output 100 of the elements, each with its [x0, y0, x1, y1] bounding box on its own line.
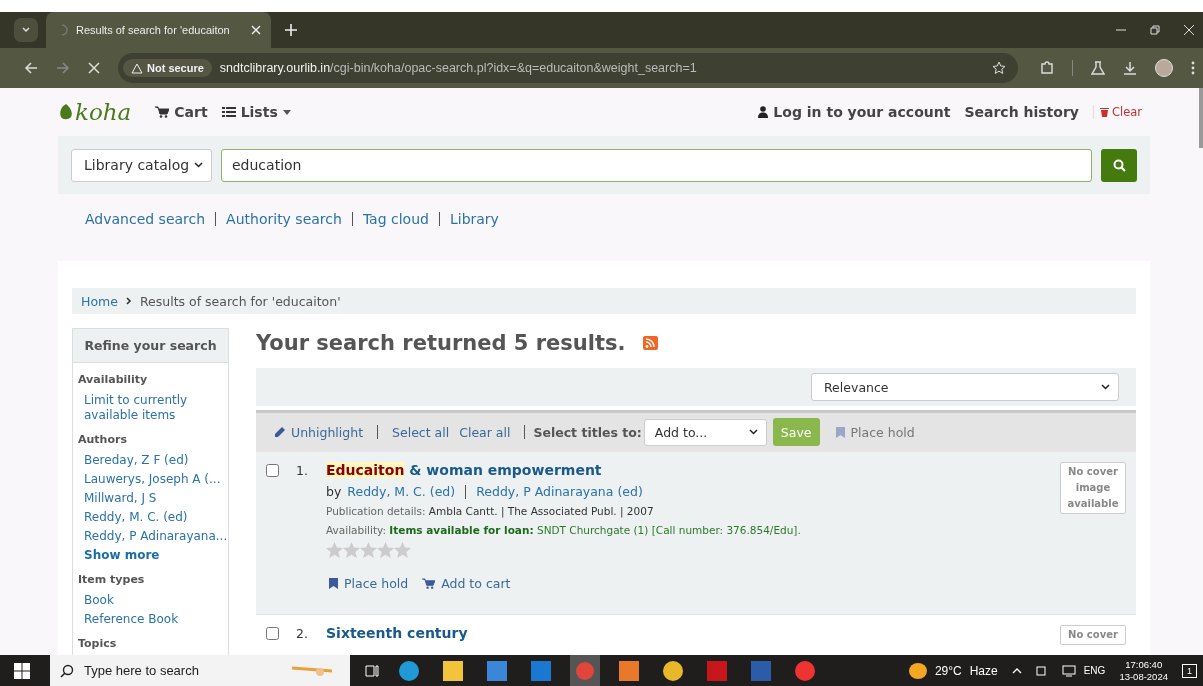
search-nav-link[interactable]: Advanced search [85, 211, 206, 227]
new-tab-icon[interactable] [285, 24, 297, 36]
select-titles-label: Select titles to: [533, 424, 642, 440]
pencil-icon [274, 426, 285, 438]
by-label: by [326, 484, 342, 499]
select-checkbox[interactable] [266, 627, 279, 640]
result-number: 1. [296, 463, 309, 478]
search-history-link[interactable]: Search history [964, 104, 1079, 120]
chevron-icon [21, 25, 31, 35]
clear-history-link[interactable]: Clear [1092, 105, 1142, 119]
facet-heading: Availability [78, 373, 149, 386]
cart-icon [155, 106, 170, 118]
weather-text[interactable]: Haze [969, 663, 998, 678]
breadcrumb-link[interactable]: Home [81, 293, 118, 309]
facet-link[interactable]: Lauwerys, Joseph A (... [84, 472, 223, 487]
flask-icon[interactable] [1091, 61, 1105, 75]
lists-menu[interactable]: Lists [221, 104, 291, 120]
menu-icon[interactable] [1191, 61, 1195, 75]
chevron-icon [748, 429, 758, 435]
add-to-dropdown[interactable]: Add to... [643, 418, 767, 446]
add-to-cart-link[interactable]: Add to cart [422, 576, 511, 591]
search-nav-link[interactable]: Tag cloud [362, 211, 429, 227]
title-link[interactable]: Educaiton & woman empowerment [326, 462, 1060, 478]
notification-button[interactable]: 1 [1182, 663, 1197, 678]
warning-icon [131, 62, 143, 74]
caret-icon[interactable] [1011, 667, 1022, 674]
trash-icon [1099, 107, 1109, 117]
caret-icon [282, 109, 291, 115]
restore-icon[interactable] [1149, 24, 1161, 36]
facet-heading: Item types [78, 573, 146, 586]
author-link[interactable]: Reddy, M. C. (ed) [347, 484, 456, 499]
task-view-icon[interactable] [364, 663, 380, 678]
no-cover-text: No cover image available [1066, 465, 1120, 511]
bookmark-icon [329, 578, 338, 589]
availability-text: Availability: Items available for loan: SNDT Churchgate (1) [Call number: 376.854/Edu]. [326, 524, 802, 536]
url-text: sndtclibrary.ourlib.in/cgi-bin/koha/opac-search.pl?idx=&q=educaiton&weight_search=1 [219, 61, 697, 75]
koha-logo[interactable]: koha [58, 99, 132, 125]
chevron-icon [125, 297, 132, 305]
profile-avatar[interactable] [1155, 59, 1173, 77]
facet-link[interactable]: Millward, J S [84, 491, 223, 506]
title-link[interactable]: Sixteenth century [326, 625, 1060, 641]
clear-all-link[interactable]: Clear all [459, 424, 511, 440]
user-icon [758, 106, 769, 118]
results-heading: Your search returned 5 results. [256, 331, 626, 355]
language-indicator[interactable]: ENG [1083, 665, 1106, 676]
no-cover-text: No cover [1067, 628, 1119, 642]
download-icon[interactable] [1123, 61, 1137, 75]
close-icon[interactable] [251, 25, 261, 35]
security-chip[interactable]: Not secure [123, 59, 212, 77]
search-field[interactable]: education [221, 148, 1092, 182]
close-icon[interactable] [1183, 24, 1195, 36]
network-icon[interactable] [1061, 664, 1076, 677]
result-number: 2. [296, 626, 309, 641]
star-icon[interactable] [992, 61, 1006, 75]
star-icon[interactable] [343, 542, 360, 558]
rss-icon[interactable] [643, 336, 659, 350]
search-nav-link[interactable]: Authority search [226, 211, 342, 227]
sort-dropdown[interactable]: Relevance [811, 373, 1119, 401]
breadcrumb-current: Results of search for 'educaiton' [139, 293, 341, 309]
select-all-link[interactable]: Select all [392, 424, 450, 440]
unhighlight-link[interactable]: Unhighlight [274, 424, 364, 440]
facet-link[interactable]: Reddy, M. C. (ed) [84, 510, 223, 525]
facet-link[interactable]: Bereday, Z F (ed) [84, 453, 223, 468]
facet-link[interactable]: Book [84, 593, 223, 608]
address-field[interactable]: Not secure sndtclibrary.ourlib.in/cgi-bin/koha/opac-search.pl?idx=&q=educaiton&weight_search=1 [118, 53, 1018, 83]
place-hold-link[interactable]: Place hold [835, 424, 915, 440]
chevron-icon [1101, 384, 1110, 390]
star-icon[interactable] [377, 542, 394, 558]
facet-link[interactable]: Limit to currently available items [84, 393, 223, 423]
browser-tab[interactable]: Results of search for 'educaiton [46, 12, 271, 48]
search-scope-dropdown[interactable]: Library catalog [71, 148, 212, 182]
back-icon[interactable] [24, 61, 38, 75]
taskbar-search-field[interactable]: Type here to search [50, 655, 350, 686]
search-icon [60, 663, 74, 678]
select-checkbox[interactable] [266, 464, 279, 477]
temperature-text[interactable]: 29°C [934, 663, 962, 678]
search-button[interactable] [1101, 148, 1137, 182]
clock[interactable]: 17:06:40 13-08-2024 [1119, 658, 1168, 683]
bookmark-icon [835, 426, 845, 438]
login-link[interactable]: Log in to your account [758, 104, 951, 120]
star-icon[interactable] [326, 542, 343, 558]
cart-icon [422, 578, 436, 589]
facet-heading: Topics [78, 637, 118, 650]
place-hold-link[interactable]: Place hold [329, 576, 409, 591]
windows-start-icon[interactable] [14, 662, 30, 679]
publication-details: Publication details: Ambla Cantt. | The Associated Publ. | 2007 [326, 505, 655, 517]
sidebar-title: Refine your search [73, 329, 228, 363]
star-icon[interactable] [394, 542, 411, 558]
cart-link[interactable]: Cart [155, 104, 208, 120]
show-more-link[interactable]: Show more [84, 548, 223, 563]
facet-link[interactable]: Reference Book [84, 612, 223, 627]
search-nav-link[interactable]: Library [449, 211, 499, 227]
star-icon[interactable] [360, 542, 377, 558]
author-link[interactable]: Reddy, P Adinarayana (ed) [476, 484, 643, 499]
tab-list-button[interactable] [14, 18, 38, 42]
stop-icon[interactable] [88, 62, 100, 74]
list-icon [221, 106, 236, 118]
search-icon [1112, 158, 1126, 172]
chevron-icon [194, 162, 203, 168]
facet-heading: Authors [78, 433, 128, 446]
